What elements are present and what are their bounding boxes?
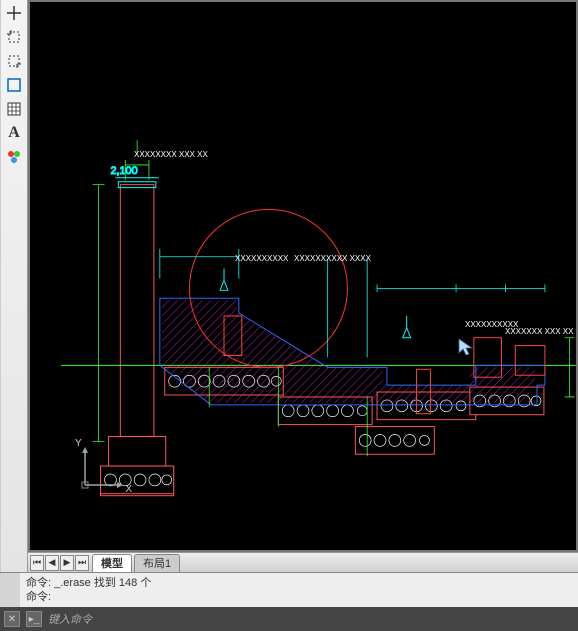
tab-layout1[interactable]: 布局1 (134, 554, 180, 572)
ucs-y-label: Y (75, 438, 82, 449)
label-right-note: XXXXXXXXXX XXXX (294, 254, 371, 263)
color-icon[interactable] (3, 146, 25, 168)
ucs-x-label: X (125, 484, 132, 495)
label-far2-note: XXXXXXX XXX XX (505, 327, 573, 336)
cursor-icon (457, 337, 477, 357)
label-top-note: XXXXXXXX XXX XX (134, 150, 208, 159)
command-input[interactable]: 键入命令 (48, 611, 574, 627)
command-area: 命令: _.erase 找到 148 个 命令: ✕ ▸_ 键入命令 (0, 572, 578, 631)
tab-first-button[interactable]: ⏮ (30, 555, 44, 571)
box-icon[interactable] (3, 74, 25, 96)
tab-last-button[interactable]: ⏭ (75, 555, 89, 571)
plus-icon[interactable] (3, 2, 25, 24)
model-viewport[interactable]: 2,100 (30, 2, 576, 550)
crop1-icon[interactable] (3, 26, 25, 48)
command-history: 命令: _.erase 找到 148 个 命令: (0, 573, 578, 607)
crop2-icon[interactable] (3, 50, 25, 72)
drawing-area-container: 2,100 (28, 0, 578, 572)
tab-prev-button[interactable]: ◀ (45, 555, 59, 571)
tab-next-button[interactable]: ▶ (60, 555, 74, 571)
ucs-icon: Y X (75, 440, 130, 495)
label-center-note: XXXXXXXXXX (235, 254, 288, 263)
layout-tab-bar: ⏮ ◀ ▶ ⏭ 模型 布局1 (28, 552, 578, 572)
text-icon[interactable]: A (3, 122, 25, 144)
command-prompt-icon[interactable]: ▸_ (26, 611, 42, 627)
svg-text:2,100: 2,100 (110, 165, 137, 177)
left-toolbar: A (0, 0, 28, 572)
tab-model[interactable]: 模型 (92, 554, 132, 572)
grid-icon[interactable] (3, 98, 25, 120)
wrench-icon[interactable]: ✕ (4, 611, 20, 627)
